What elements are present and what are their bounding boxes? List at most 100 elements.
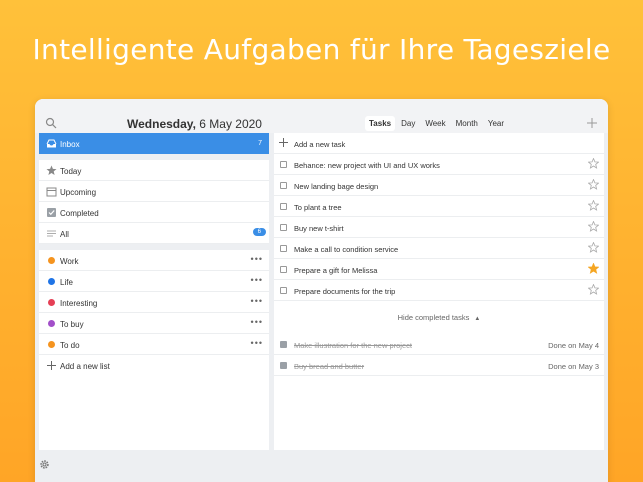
search-icon[interactable] [45, 117, 57, 129]
sidebar-list-life[interactable]: Life ••• [39, 271, 269, 292]
sidebar-item-all[interactable]: All 6 [39, 223, 269, 244]
view-tabs: Tasks Day Week Month Year [365, 116, 508, 131]
task-checkbox[interactable] [280, 245, 287, 252]
completed-list: Make illustration for the new project Don… [274, 334, 604, 376]
list-color-dot [48, 299, 55, 306]
star-icon[interactable] [588, 200, 599, 211]
done-date: Done on May 3 [548, 362, 599, 371]
sidebar-item-label: To do [60, 341, 80, 350]
sidebar-item-label: Today [60, 167, 82, 176]
task-checkbox[interactable] [280, 287, 287, 294]
task-checkbox-checked[interactable] [280, 362, 287, 369]
date-weekday: Wednesday, [127, 117, 196, 131]
task-row[interactable]: Make a call to condition service [274, 238, 604, 259]
more-icon[interactable]: ••• [251, 275, 263, 285]
list-color-dot [48, 278, 55, 285]
task-row[interactable]: Buy new t-shirt [274, 217, 604, 238]
task-row[interactable]: Behance: new project with UI and UX work… [274, 154, 604, 175]
calendar-icon [46, 187, 57, 197]
app-window: Wednesday, 6 May 2020 Tasks Day Week Mon… [35, 99, 608, 482]
inbox-count: 7 [258, 140, 262, 147]
star-icon[interactable] [588, 158, 599, 169]
inbox-icon [46, 139, 57, 148]
star-icon[interactable] [588, 284, 599, 295]
hide-completed-toggle[interactable]: Hide completed tasks ▲ [274, 313, 604, 322]
bottom-bar [35, 450, 608, 482]
task-label: New landing bage design [294, 182, 379, 191]
add-list-label: Add a new list [60, 362, 110, 371]
task-checkbox[interactable] [280, 224, 287, 231]
sidebar-item-label: Inbox [60, 140, 80, 149]
task-checkbox[interactable] [280, 203, 287, 210]
sidebar-list-to-buy[interactable]: To buy ••• [39, 313, 269, 334]
sidebar-item-upcoming[interactable]: Upcoming [39, 181, 269, 202]
task-label: Buy bread and butter [294, 362, 365, 371]
add-list-button[interactable]: Add a new list [39, 355, 269, 376]
done-date: Done on May 4 [548, 341, 599, 350]
completed-task-row[interactable]: Buy bread and butter Done on May 3 [274, 355, 604, 376]
task-list: Behance: new project with UI and UX work… [274, 154, 604, 301]
task-row[interactable]: To plant a tree [274, 196, 604, 217]
sidebar-item-label: Life [60, 278, 73, 287]
task-row[interactable]: New landing bage design [274, 175, 604, 196]
triangle-up-icon: ▲ [474, 316, 481, 322]
sidebar-item-label: Interesting [60, 299, 98, 308]
task-checkbox[interactable] [280, 182, 287, 189]
tab-week[interactable]: Week [421, 116, 449, 131]
more-icon[interactable]: ••• [251, 317, 263, 327]
tab-day[interactable]: Day [397, 116, 419, 131]
sidebar-list-interesting[interactable]: Interesting ••• [39, 292, 269, 313]
plus-icon [47, 361, 56, 370]
sidebar-item-today[interactable]: Today [39, 160, 269, 181]
sidebar-list-work[interactable]: Work ••• [39, 250, 269, 271]
sidebar-item-label: Upcoming [60, 188, 97, 197]
hide-completed-label: Hide completed tasks [397, 313, 470, 322]
more-icon[interactable]: ••• [251, 338, 263, 348]
tab-tasks[interactable]: Tasks [365, 116, 396, 131]
date-title: Wednesday, 6 May 2020 [127, 117, 262, 131]
task-label: Prepare documents for the trip [294, 287, 396, 296]
sidebar-item-label: All [60, 230, 69, 239]
star-icon[interactable] [588, 179, 599, 190]
task-checkbox[interactable] [280, 161, 287, 168]
sidebar-item-inbox[interactable]: Inbox 7 [39, 133, 269, 154]
star-icon[interactable] [588, 263, 599, 274]
task-row[interactable]: Prepare a gift for Melissa [274, 259, 604, 280]
task-checkbox[interactable] [280, 266, 287, 273]
sidebar-item-completed[interactable]: Completed [39, 202, 269, 223]
completed-task-row[interactable]: Make illustration for the new project Don… [274, 334, 604, 355]
plus-icon [279, 138, 288, 147]
star-icon[interactable] [588, 242, 599, 253]
headline: Intelligente Aufgaben für Ihre Tagesziel… [32, 33, 611, 66]
tab-month[interactable]: Month [452, 116, 482, 131]
checkbox-icon [47, 208, 56, 217]
all-count-badge: 6 [252, 228, 266, 236]
task-label: Behance: new project with UI and UX work… [294, 161, 440, 170]
date-day: 6 May 2020 [199, 117, 262, 131]
tab-year[interactable]: Year [484, 116, 508, 131]
star-icon[interactable] [588, 221, 599, 232]
sidebar-item-label: To buy [60, 320, 84, 329]
add-task-button[interactable]: Add a new task [274, 133, 604, 154]
task-label: Make illustration for the new project [294, 341, 412, 350]
top-bar: Wednesday, 6 May 2020 Tasks Day Week Mon… [35, 99, 608, 133]
add-icon[interactable] [586, 117, 598, 129]
sidebar-item-label: Completed [60, 209, 99, 218]
more-icon[interactable]: ••• [251, 296, 263, 306]
list-color-dot [48, 257, 55, 264]
star-icon [46, 165, 57, 175]
list-icon [47, 230, 56, 237]
sidebar-list-to-do[interactable]: To do ••• [39, 334, 269, 355]
task-checkbox-checked[interactable] [280, 341, 287, 348]
sidebar: Inbox 7 Today Upcoming Completed All 6 W… [39, 133, 269, 450]
gear-icon[interactable] [39, 459, 50, 470]
add-task-label: Add a new task [294, 140, 346, 149]
task-row[interactable]: Prepare documents for the trip [274, 280, 604, 301]
more-icon[interactable]: ••• [251, 254, 263, 264]
task-label: Make a call to condition service [294, 245, 399, 254]
list-color-dot [48, 320, 55, 327]
task-label: Prepare a gift for Melissa [294, 266, 378, 275]
task-label: To plant a tree [294, 203, 342, 212]
task-label: Buy new t-shirt [294, 224, 344, 233]
list-color-dot [48, 341, 55, 348]
